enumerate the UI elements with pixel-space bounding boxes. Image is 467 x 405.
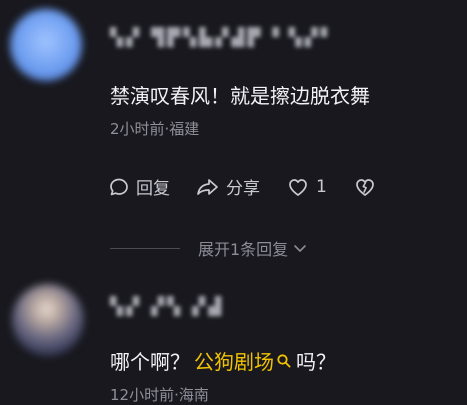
expand-replies-label: 展开1条回复 [198, 240, 289, 259]
heart-icon [289, 178, 307, 196]
comment-meta: 12小时前·海南 [110, 386, 209, 404]
avatar[interactable] [10, 9, 82, 81]
chevron-down-icon [294, 245, 306, 252]
search-icon[interactable] [276, 353, 292, 369]
expand-replies[interactable]: 展开1条回复 [110, 236, 450, 260]
username[interactable]: ▚▞ ▞▚ ▞▟ [110, 297, 224, 317]
share-button[interactable]: 分享 [196, 174, 260, 199]
broken-heart-icon [355, 178, 374, 196]
reply-button[interactable]: 回复 [108, 174, 170, 199]
username[interactable]: ▚▞ ▜▛▚▙▞▟▛ ▘▚▞▘ [110, 28, 337, 48]
comment-text: 哪个啊？ 公狗剧场 吗？ [110, 346, 336, 375]
comment-text-before: 哪个啊？ [110, 350, 190, 374]
comment-meta: 2小时前·福建 [110, 120, 200, 138]
like-count: 1 [316, 176, 327, 197]
share-label: 分享 [226, 179, 260, 199]
divider [110, 247, 180, 249]
comment-text: 禁演叹春风！就是擦边脱衣舞 [110, 84, 370, 108]
share-icon [197, 178, 218, 195]
reply-icon [110, 178, 128, 195]
comment-text-after: 吗？ [296, 350, 336, 374]
dislike-button[interactable] [353, 176, 383, 198]
reply-label: 回复 [136, 179, 170, 199]
comment-actions: 回复 分享 1 [108, 174, 383, 199]
like-button[interactable]: 1 [286, 176, 327, 198]
search-keyword-link[interactable]: 公狗剧场 [194, 346, 274, 375]
avatar[interactable] [12, 284, 84, 356]
